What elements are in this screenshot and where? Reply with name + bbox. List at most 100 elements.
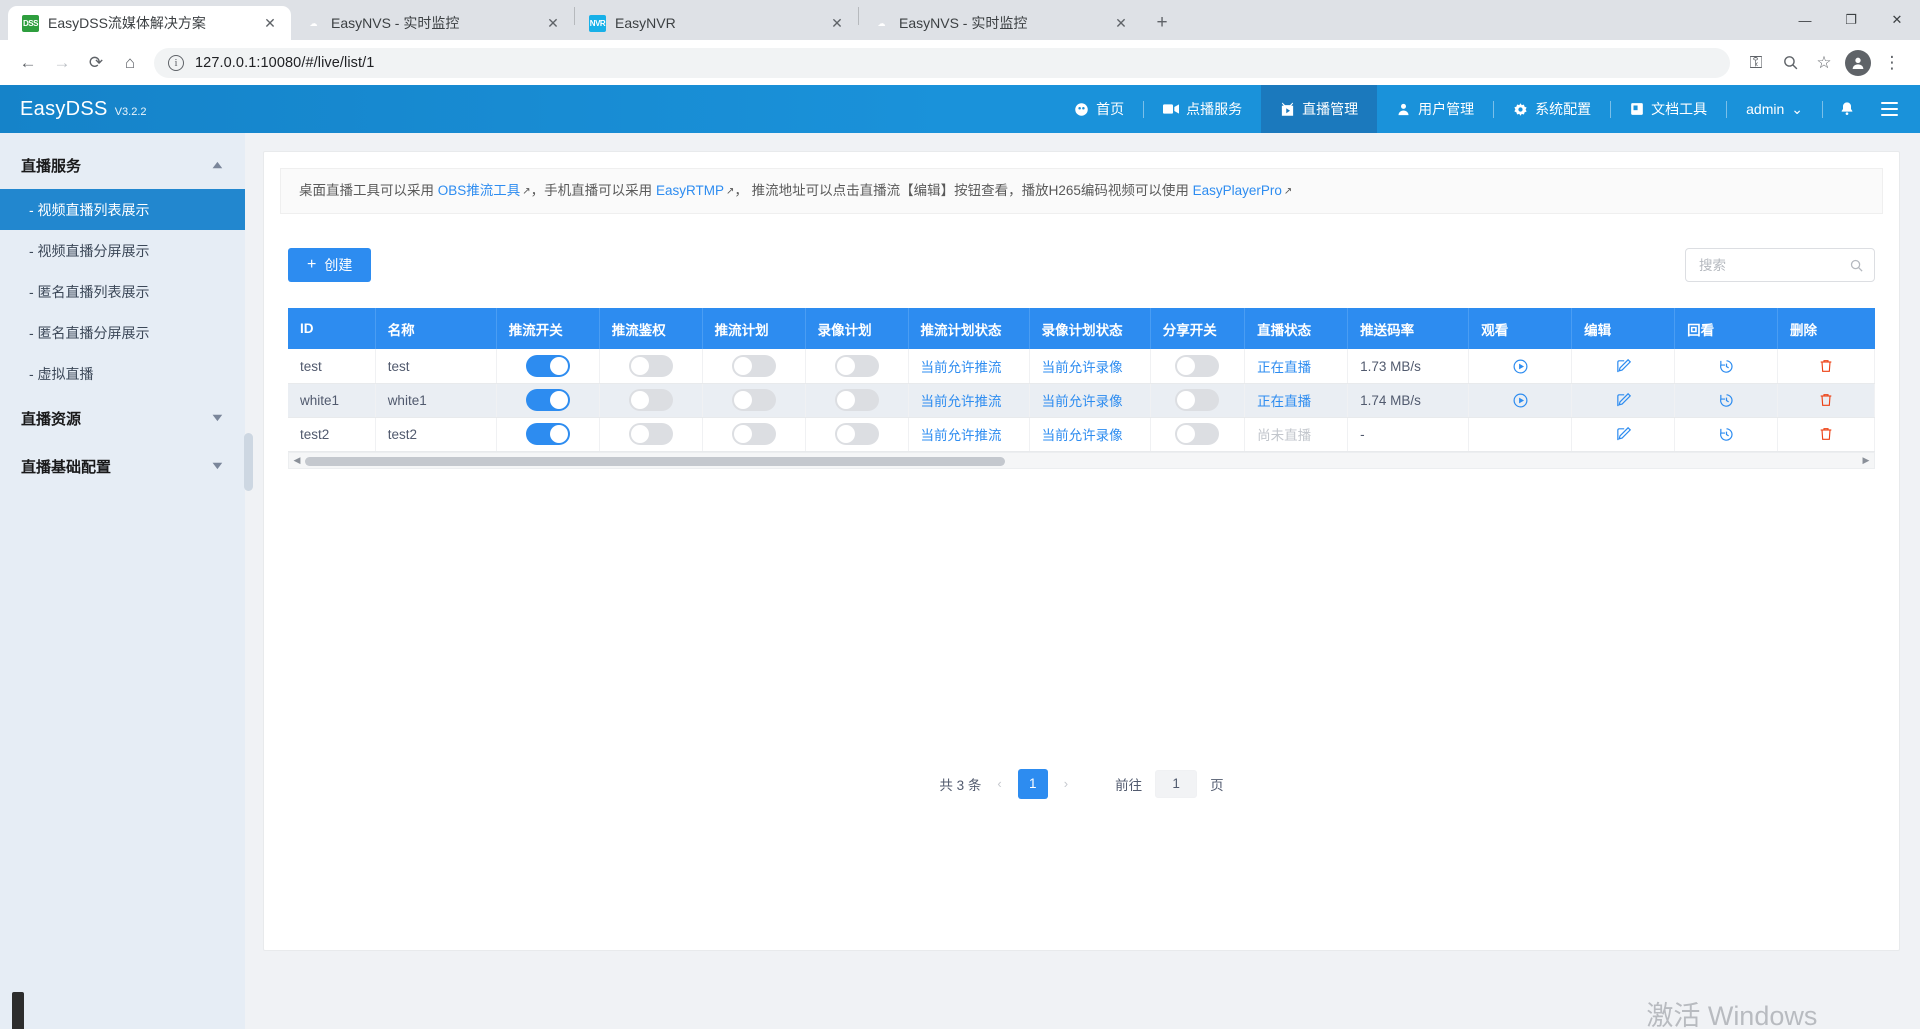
record-plan-toggle[interactable]: [834, 389, 879, 412]
nav-item-live-management[interactable]: 直播管理: [1261, 85, 1378, 133]
table-horizontal-scrollbar[interactable]: ◀ ▶: [288, 451, 1875, 469]
cell-push-plan-status[interactable]: 当前允许推流: [908, 417, 1030, 452]
share-switch-toggle[interactable]: [1175, 423, 1220, 446]
nav-item-home[interactable]: 首页: [1055, 85, 1143, 133]
cell-push-switch: [496, 417, 600, 452]
cell-live-status[interactable]: 正在直播: [1244, 383, 1349, 418]
trash-icon[interactable]: [1818, 357, 1834, 375]
share-switch-toggle[interactable]: [1175, 355, 1220, 377]
push-switch-toggle[interactable]: [525, 355, 570, 377]
home-button[interactable]: ⌂: [114, 47, 146, 79]
push-auth-toggle[interactable]: [628, 423, 673, 446]
password-key-icon[interactable]: ⚿: [1740, 47, 1772, 79]
push-switch-toggle[interactable]: [525, 389, 570, 412]
cell-push-plan: [702, 417, 806, 452]
new-tab-button[interactable]: +: [1148, 9, 1176, 37]
play-icon[interactable]: [1512, 356, 1529, 376]
reload-button[interactable]: ⟳: [80, 47, 112, 79]
record-plan-toggle[interactable]: [834, 423, 879, 446]
minimize-button[interactable]: —: [1782, 0, 1828, 40]
scroll-right-arrow-icon[interactable]: ▶: [1858, 455, 1874, 466]
sidebar-item-video-live-list[interactable]: - 视频直播列表展示: [0, 189, 245, 230]
nav-item-vod[interactable]: 点播服务: [1144, 85, 1261, 133]
browser-tab[interactable]: ☁ EasyNVS - 实时监控 ✕: [859, 6, 1142, 40]
table-head: ID 名称 推流开关 推流鉴权 推流计划 录像计划 推流计划状态 录像计划状态 …: [288, 308, 1875, 350]
sidebar-group-label: 直播基础配置: [21, 458, 112, 476]
sidebar-item-virtual-live[interactable]: - 虚拟直播: [0, 353, 245, 394]
cell-push-plan-status[interactable]: 当前允许推流: [908, 383, 1030, 418]
push-auth-toggle[interactable]: [628, 355, 673, 377]
history-icon[interactable]: [1718, 424, 1735, 444]
scroll-left-arrow-icon[interactable]: ◀: [289, 455, 305, 466]
sidebar-group-label: 直播资源: [21, 410, 82, 428]
tab-close-icon[interactable]: ✕: [542, 12, 564, 34]
col-push-switch: 推流开关: [496, 308, 600, 350]
sidebar-item-video-live-split[interactable]: - 视频直播分屏展示: [0, 230, 245, 271]
nav-item-system-config[interactable]: 系统配置: [1494, 85, 1610, 133]
sidebar-group-live-resource[interactable]: 直播资源 ▼: [0, 394, 245, 442]
cell-live-status[interactable]: 正在直播: [1244, 349, 1349, 384]
page-number-1[interactable]: 1: [1017, 768, 1048, 799]
cell-push-switch: [496, 349, 600, 384]
browser-tab[interactable]: NVR EasyNVR ✕: [575, 6, 858, 40]
cell-record-plan-status[interactable]: 当前允许录像: [1029, 417, 1151, 452]
cell-push-plan-status[interactable]: 当前允许推流: [908, 349, 1030, 384]
forward-button[interactable]: →: [46, 47, 78, 79]
create-button[interactable]: + 创建: [288, 248, 372, 283]
browser-tab[interactable]: DSS EasyDSS流媒体解决方案 ✕: [8, 6, 291, 40]
profile-avatar[interactable]: [1845, 49, 1871, 76]
search-box[interactable]: [1685, 248, 1875, 283]
push-plan-toggle[interactable]: [731, 389, 776, 412]
nav-item-user-management[interactable]: 用户管理: [1377, 85, 1493, 133]
scrollbar-thumb[interactable]: [305, 456, 1005, 466]
share-switch-toggle[interactable]: [1175, 389, 1220, 412]
record-plan-toggle[interactable]: [834, 355, 879, 377]
sidebar-item-anon-live-list[interactable]: - 匿名直播列表展示: [0, 271, 245, 312]
maximize-button[interactable]: ❐: [1828, 0, 1874, 40]
close-window-button[interactable]: ✕: [1874, 0, 1920, 40]
trash-icon[interactable]: [1818, 391, 1834, 409]
user-menu[interactable]: admin ⌄: [1727, 85, 1822, 133]
back-button[interactable]: ←: [12, 47, 44, 79]
notification-bell-icon[interactable]: [1823, 85, 1871, 133]
nav-item-doc-tools[interactable]: 文档工具: [1611, 85, 1726, 133]
next-page-button[interactable]: ›: [1061, 776, 1071, 791]
site-info-icon[interactable]: i: [168, 54, 184, 71]
search-icon[interactable]: [1849, 257, 1864, 274]
browser-tab[interactable]: ☁ EasyNVS - 实时监控 ✕: [291, 6, 574, 40]
home-icon: [1074, 102, 1089, 117]
goto-page-input[interactable]: [1155, 769, 1198, 798]
sidebar-item-anon-live-split[interactable]: - 匿名直播分屏展示: [0, 312, 245, 353]
push-switch-toggle[interactable]: [525, 423, 570, 446]
push-plan-toggle[interactable]: [731, 423, 776, 446]
tab-close-icon[interactable]: ✕: [826, 12, 848, 34]
push-plan-toggle[interactable]: [731, 355, 776, 377]
easyplayerpro-link[interactable]: EasyPlayerPro: [1193, 183, 1282, 198]
history-icon[interactable]: [1718, 390, 1735, 410]
search-input[interactable]: [1699, 257, 1839, 273]
sidebar-group-live-service[interactable]: 直播服务 ▼: [0, 141, 245, 189]
easyrtmp-link[interactable]: EasyRTMP: [656, 183, 724, 198]
chevron-down-icon: ▼: [209, 412, 226, 424]
search-icon[interactable]: [1774, 47, 1806, 79]
sidebar-collapse-handle[interactable]: [244, 433, 253, 491]
sidebar-group-live-basic-config[interactable]: 直播基础配置 ▼: [0, 442, 245, 490]
prev-page-button[interactable]: ‹: [994, 776, 1004, 791]
edit-icon[interactable]: [1615, 356, 1632, 376]
tab-close-icon[interactable]: ✕: [1110, 12, 1132, 34]
menu-hamburger-icon[interactable]: [1881, 102, 1898, 116]
edit-icon[interactable]: [1615, 390, 1632, 410]
edit-icon[interactable]: [1615, 424, 1632, 444]
tab-close-icon[interactable]: ✕: [259, 12, 281, 34]
play-icon[interactable]: [1512, 390, 1529, 410]
cell-record-plan-status[interactable]: 当前允许录像: [1029, 383, 1151, 418]
trash-icon[interactable]: [1818, 425, 1834, 443]
browser-menu-icon[interactable]: ⋮: [1876, 47, 1908, 79]
bookmark-star-icon[interactable]: ☆: [1808, 47, 1840, 79]
obs-push-tool-link[interactable]: OBS推流工具: [438, 183, 521, 198]
push-auth-toggle[interactable]: [628, 389, 673, 412]
history-icon[interactable]: [1718, 356, 1735, 376]
cell-id: test: [288, 349, 376, 384]
cell-record-plan-status[interactable]: 当前允许录像: [1029, 349, 1151, 384]
address-bar[interactable]: i 127.0.0.1:10080/#/live/list/1: [154, 47, 1730, 78]
